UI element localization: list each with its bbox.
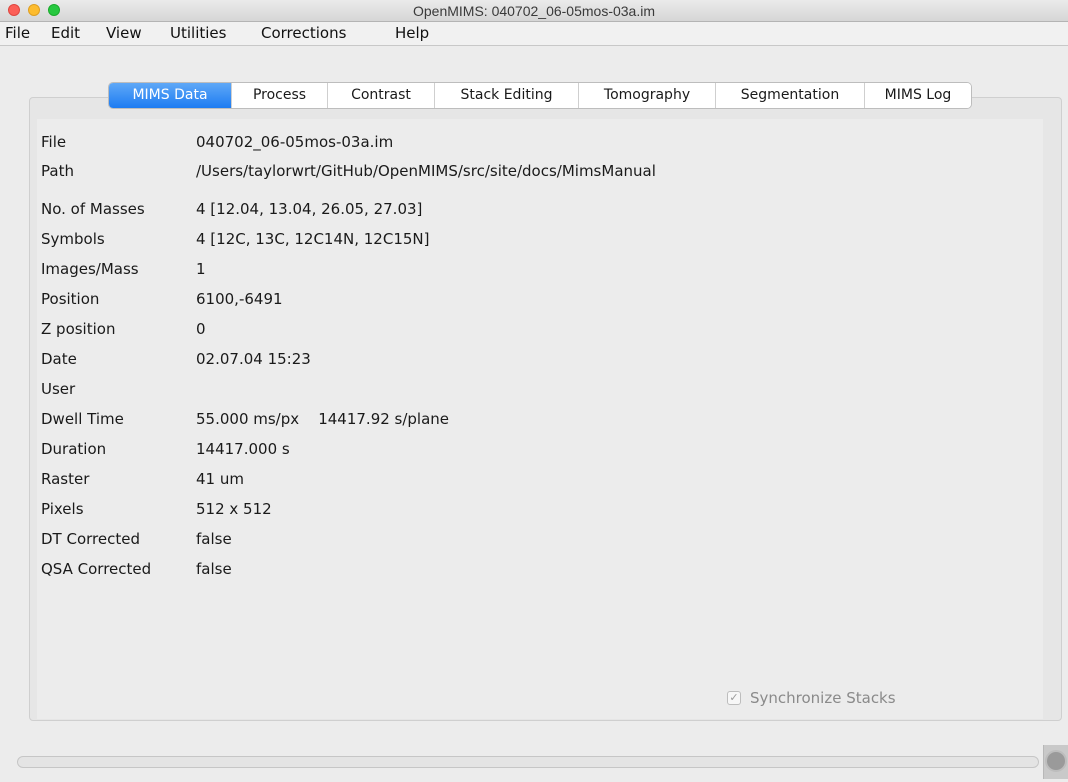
progress-bar	[17, 756, 1039, 768]
z-position-value: 0	[196, 320, 206, 338]
position-value: 6100,-6491	[196, 290, 283, 308]
tab-contrast[interactable]: Contrast	[327, 83, 434, 108]
menu-file[interactable]: File	[5, 24, 30, 42]
tab-segmentation[interactable]: Segmentation	[715, 83, 864, 108]
duration-label: Duration	[41, 440, 107, 458]
dwell-time-value: 55.000 ms/px 14417.92 s/plane	[196, 410, 450, 428]
dwell-time-label: Dwell Time	[41, 410, 124, 428]
raster-label: Raster	[41, 470, 90, 488]
window-title: OpenMIMS: 040702_06-05mos-03a.im	[412, 3, 656, 19]
dt-corrected-value: false	[196, 530, 232, 548]
tab-mims-log[interactable]: MIMS Log	[864, 83, 971, 108]
tab-tomography[interactable]: Tomography	[578, 83, 715, 108]
images-per-mass-label: Images/Mass	[41, 260, 139, 278]
tab-mims-data[interactable]: MIMS Data	[109, 83, 231, 108]
file-label: File	[41, 133, 67, 151]
menu-help[interactable]: Help	[395, 24, 429, 42]
pixels-value: 512 x 512	[196, 500, 272, 518]
mims-data-content	[37, 119, 1043, 719]
synchronize-stacks-label: Synchronize Stacks	[750, 689, 896, 707]
dt-corrected-label: DT Corrected	[41, 530, 140, 548]
checkmark-icon: ✓	[729, 691, 739, 704]
synchronize-stacks-checkbox[interactable]: ✓	[727, 691, 741, 705]
masses-value: 4 [12.04, 13.04, 26.05, 27.03]	[196, 200, 423, 218]
tab-bar: MIMS Data Process Contrast Stack Editing…	[108, 82, 972, 109]
images-per-mass-value: 1	[196, 260, 206, 278]
pixels-label: Pixels	[41, 500, 84, 518]
path-value: /Users/taylorwrt/GitHub/OpenMIMS/src/sit…	[196, 162, 656, 180]
title-bar: OpenMIMS: 040702_06-05mos-03a.im	[0, 0, 1068, 22]
z-position-label: Z position	[41, 320, 116, 338]
menu-view[interactable]: View	[106, 24, 142, 42]
menu-edit[interactable]: Edit	[51, 24, 80, 42]
raster-value: 41 um	[196, 470, 244, 488]
symbols-label: Symbols	[41, 230, 105, 248]
position-label: Position	[41, 290, 100, 308]
qsa-corrected-value: false	[196, 560, 232, 578]
status-indicator-icon	[1045, 750, 1067, 772]
menu-bar: File Edit View Utilities Corrections Hel…	[0, 22, 1068, 46]
tab-stack-editing[interactable]: Stack Editing	[434, 83, 578, 108]
menu-utilities[interactable]: Utilities	[170, 24, 226, 42]
date-label: Date	[41, 350, 77, 368]
date-value: 02.07.04 15:23	[196, 350, 311, 368]
symbols-value: 4 [12C, 13C, 12C14N, 12C15N]	[196, 230, 430, 248]
masses-label: No. of Masses	[41, 200, 145, 218]
duration-value: 14417.000 s	[196, 440, 290, 458]
path-label: Path	[41, 162, 74, 180]
file-value: 040702_06-05mos-03a.im	[196, 133, 394, 151]
menu-corrections[interactable]: Corrections	[261, 24, 346, 42]
tab-process[interactable]: Process	[231, 83, 327, 108]
qsa-corrected-label: QSA Corrected	[41, 560, 152, 578]
user-label: User	[41, 380, 76, 398]
